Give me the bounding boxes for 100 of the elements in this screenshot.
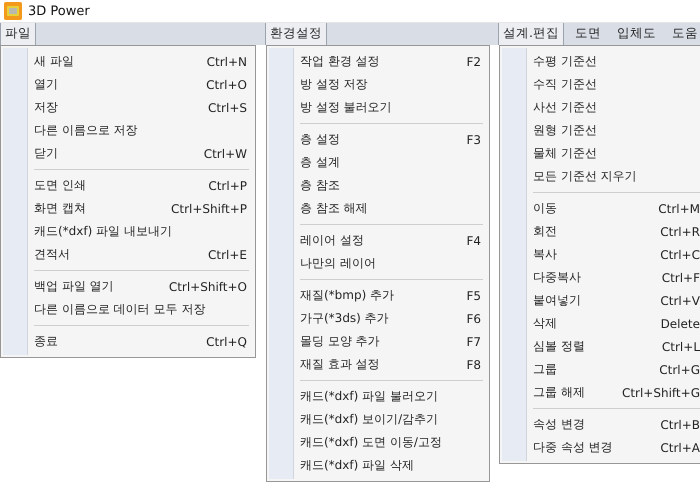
shortcut-label: Delete: [660, 316, 700, 330]
menu-item[interactable]: 캐드(*dxf) 도면 이동/고정: [300, 431, 483, 454]
menu-tab[interactable]: 설계.편집: [498, 23, 564, 45]
menu-item[interactable]: 방 설정 저장: [300, 73, 483, 96]
menu-item-label: 저장: [34, 99, 58, 116]
menu-item[interactable]: 캐드(*dxf) 파일 내보내기: [34, 220, 249, 243]
menu-item-label: 화면 캡쳐: [34, 200, 86, 217]
menu-item-label: 도면 인쇄: [34, 177, 86, 194]
menu-item-label: 나만의 레이어: [300, 255, 376, 272]
shortcut-label: F5: [466, 288, 482, 302]
menu-item-label: 캐드(*dxf) 도면 이동/고정: [300, 434, 442, 451]
shortcut-label: Ctrl+Shift+G: [622, 386, 700, 400]
menu-item-label: 층 설정: [300, 131, 340, 148]
menu-item-label: 붙여넣기: [533, 292, 581, 309]
menu-item[interactable]: 캐드(*dxf) 보이기/감추기: [300, 408, 483, 431]
menu-item-label: 복사: [533, 246, 557, 263]
menu-item[interactable]: 수직 기준선: [533, 73, 700, 96]
menu-item[interactable]: 새 파일 Ctrl+N: [34, 50, 249, 73]
menu-tab[interactable]: 입체도: [612, 23, 661, 45]
menu-item[interactable]: 심볼 정렬 Ctrl+L: [533, 335, 700, 358]
menu-tab[interactable]: 도움: [666, 23, 700, 45]
menu-item[interactable]: 화면 캡쳐 Ctrl+Shift+P: [34, 197, 249, 220]
menu-item[interactable]: 가구(*3ds) 추가 F6: [300, 307, 483, 330]
menu-item-label: 속성 변경: [533, 416, 585, 433]
menu-item[interactable]: 나만의 레이어: [300, 252, 483, 275]
menu-item-label: 레이어 설정: [300, 232, 364, 249]
menu-item[interactable]: 도면 인쇄 Ctrl+P: [34, 174, 249, 197]
menu-item[interactable]: 층 설정 F3: [300, 128, 483, 151]
menu-item-label: 원형 기준선: [533, 122, 597, 139]
shortcut-label: Ctrl+B: [660, 418, 700, 432]
menu-item-label: 새 파일: [34, 53, 74, 70]
shortcut-label: Ctrl+C: [660, 248, 700, 262]
menu-item[interactable]: 백업 파일 열기 Ctrl+Shift+O: [34, 275, 249, 298]
menu-item[interactable]: 삭제 Delete: [533, 312, 700, 335]
shortcut-label: Ctrl+A: [660, 440, 700, 454]
menu-tab[interactable]: 파일: [0, 23, 36, 45]
menu-item[interactable]: 물체 기준선: [533, 142, 700, 165]
shortcut-label: F8: [466, 358, 482, 372]
menu-item[interactable]: 작업 환경 설정 F2: [300, 50, 483, 73]
menu-item[interactable]: 붙여넣기 Ctrl+V: [533, 289, 700, 312]
menu-item[interactable]: 다른 이름으로 저장: [34, 119, 249, 142]
menu-item-label: 재질(*bmp) 추가: [300, 287, 394, 304]
menu-item[interactable]: 열기 Ctrl+O: [34, 73, 249, 96]
menu-item-label: 수직 기준선: [533, 76, 597, 93]
menu-item-label: 열기: [34, 76, 58, 93]
menu-item[interactable]: 원형 기준선: [533, 119, 700, 142]
menu-item[interactable]: 다중복사 Ctrl+F: [533, 266, 700, 289]
menu-item[interactable]: 층 참조 해제: [300, 197, 483, 220]
menu-item-label: 방 설정 불러오기: [300, 99, 392, 116]
menu-item[interactable]: 층 설계: [300, 151, 483, 174]
menu-item[interactable]: 재질 효과 설정 F8: [300, 353, 483, 376]
shortcut-label: Ctrl+M: [658, 202, 700, 216]
menu-item[interactable]: 다른 이름으로 데이터 모두 저장: [34, 298, 249, 321]
menu-item[interactable]: 모든 기준선 지우기: [533, 165, 700, 188]
menu-item-label: 다른 이름으로 데이터 모두 저장: [34, 301, 206, 318]
menu-item[interactable]: 저장 Ctrl+S: [34, 96, 249, 119]
menu-item[interactable]: 다중 속성 변경 Ctrl+A: [533, 436, 700, 459]
menu-item[interactable]: 방 설정 불러오기: [300, 96, 483, 119]
menu-item[interactable]: 사선 기준선: [533, 96, 700, 119]
shortcut-label: Ctrl+V: [660, 294, 700, 308]
menu-item[interactable]: 수평 기준선: [533, 50, 700, 73]
menu-item-label: 캐드(*dxf) 파일 불러오기: [300, 388, 438, 405]
menu-item[interactable]: 몰딩 모양 추가 F7: [300, 330, 483, 353]
menu-item[interactable]: 견적서 Ctrl+E: [34, 243, 249, 266]
menu-item[interactable]: 속성 변경 Ctrl+B: [533, 413, 700, 436]
menu-item[interactable]: 닫기 Ctrl+W: [34, 142, 249, 165]
menu-item[interactable]: 종료 Ctrl+Q: [34, 330, 249, 353]
menu-item-label: 그룹: [533, 361, 557, 378]
menu-item[interactable]: 캐드(*dxf) 파일 불러오기: [300, 385, 483, 408]
menu-item[interactable]: 회전 Ctrl+R: [533, 220, 700, 243]
menu-item-label: 회전: [533, 223, 557, 240]
menu-item-label: 방 설정 저장: [300, 76, 368, 93]
menu-item-label: 모든 기준선 지우기: [533, 168, 637, 185]
menu-item[interactable]: 그룹 Ctrl+G: [533, 358, 700, 381]
shortcut-label: Ctrl+P: [208, 178, 248, 192]
shortcut-label: Ctrl+L: [662, 340, 700, 354]
menu-item-label: 다중 속성 변경: [533, 439, 613, 456]
menu-item[interactable]: 그룹 해제 Ctrl+Shift+G: [533, 381, 700, 404]
menu-item-label: 가구(*3ds) 추가: [300, 310, 389, 327]
menu-tab[interactable]: 환경설정: [265, 23, 327, 45]
menu-item[interactable]: 복사 Ctrl+C: [533, 243, 700, 266]
menu-item-label: 층 참조 해제: [300, 200, 368, 217]
menu-item-label: 견적서: [34, 246, 70, 263]
menu-item-label: 다른 이름으로 저장: [34, 122, 138, 139]
menu-item-label: 몰딩 모양 추가: [300, 333, 380, 350]
menu-item[interactable]: 이동 Ctrl+M: [533, 197, 700, 220]
shortcut-label: F7: [466, 334, 482, 348]
window-title: 3D Power: [28, 4, 90, 18]
menu-item[interactable]: 재질(*bmp) 추가 F5: [300, 284, 483, 307]
shortcut-label: Ctrl+Q: [206, 334, 248, 348]
menu-item-label: 수평 기준선: [533, 53, 597, 70]
menu-item[interactable]: 레이어 설정 F4: [300, 229, 483, 252]
menu-item[interactable]: 캐드(*dxf) 파일 삭제: [300, 454, 483, 477]
menu-item[interactable]: 층 참조: [300, 174, 483, 197]
menu-item-label: 재질 효과 설정: [300, 356, 380, 373]
menu-item-label: 물체 기준선: [533, 145, 597, 162]
menu-item-label: 작업 환경 설정: [300, 53, 380, 70]
menu-item-label: 사선 기준선: [533, 99, 597, 116]
menu-item-label: 이동: [533, 200, 557, 217]
menu-tab[interactable]: 도면: [570, 23, 606, 45]
